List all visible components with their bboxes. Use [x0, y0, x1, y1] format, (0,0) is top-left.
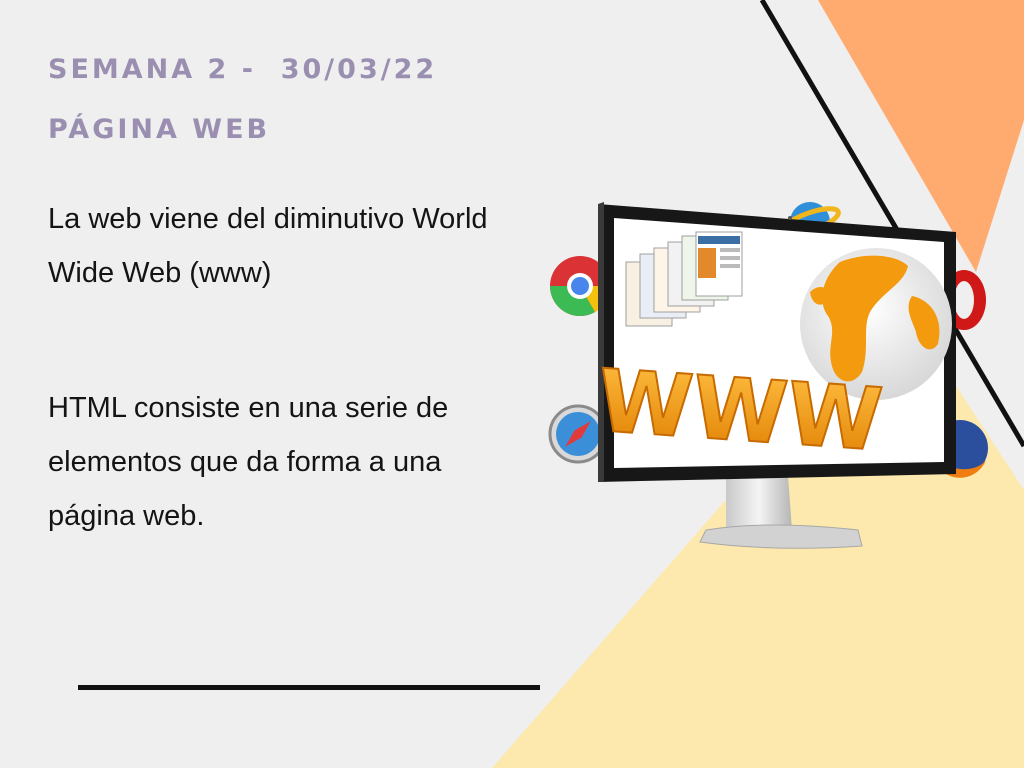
- html-definition-paragraph: HTML consiste en una serie de elementos …: [48, 392, 449, 532]
- web-definition-paragraph: La web viene del diminutivo World Wide W…: [48, 203, 488, 289]
- bottom-divider: [78, 685, 540, 690]
- slide: SEMANA 2 - 30/03/22 PÁGINA WEB La web vi…: [0, 0, 1024, 768]
- web-monitor-illustration: WWW: [548, 202, 988, 549]
- monitor-stand: [699, 476, 863, 549]
- www-text: WWW: [595, 351, 886, 471]
- week-heading: SEMANA 2 - 30/03/22: [48, 54, 438, 85]
- topic-heading: PÁGINA WEB: [48, 114, 271, 145]
